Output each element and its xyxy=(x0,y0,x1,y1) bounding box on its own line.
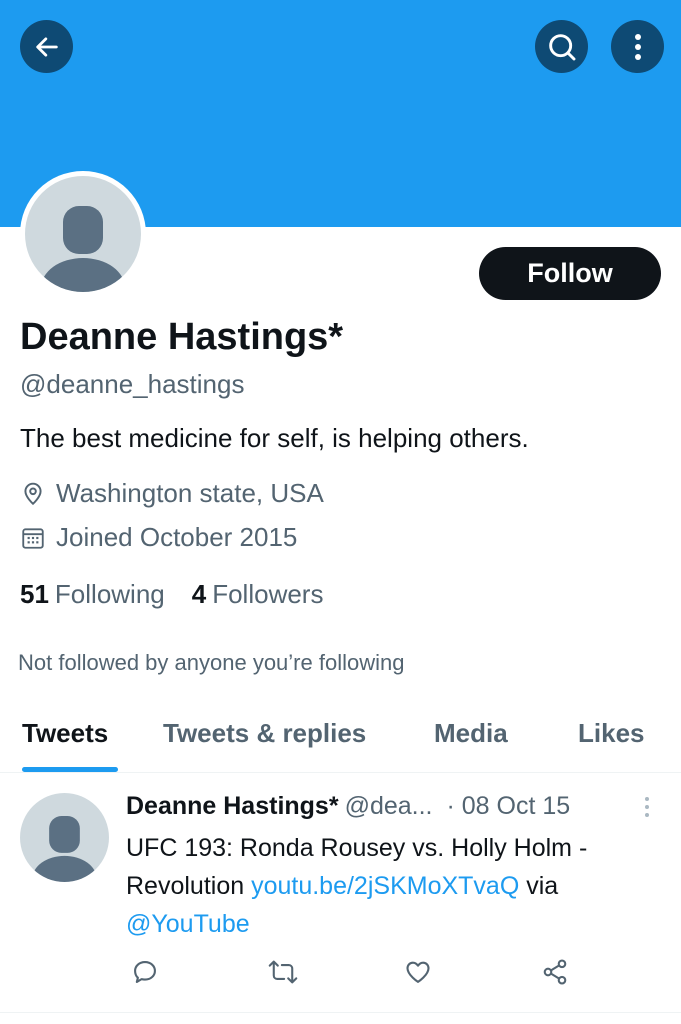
profile-tabs: Tweets Tweets & replies Media Likes xyxy=(0,700,681,773)
following-count: 51 xyxy=(20,579,49,609)
location-pin-icon xyxy=(24,482,42,505)
tweet-author-handle[interactable]: @dea... xyxy=(345,792,433,821)
following-label: Following xyxy=(54,579,165,609)
profile-joined: Joined October 2015 xyxy=(20,522,297,553)
back-button[interactable] xyxy=(20,20,73,73)
active-tab-indicator xyxy=(22,767,118,772)
reply-icon xyxy=(134,961,156,983)
like-button[interactable] xyxy=(404,958,432,991)
tweet-header: Deanne Hastings* @dea... · 08 Oct 15 xyxy=(126,792,570,821)
retweet-icon xyxy=(268,960,298,984)
tab-media[interactable]: Media xyxy=(434,718,508,749)
tweet-date[interactable]: · 08 Oct 15 xyxy=(447,792,571,821)
profile-name: Deanne Hastings* xyxy=(20,316,344,358)
tab-tweets[interactable]: Tweets xyxy=(22,718,108,749)
search-button[interactable] xyxy=(535,20,588,73)
search-icon xyxy=(548,33,575,60)
tweet-divider xyxy=(0,1012,681,1013)
retweet-button[interactable] xyxy=(268,958,298,991)
profile-stats: 51 Following 4 Followers xyxy=(20,579,350,610)
following-link[interactable]: 51 Following xyxy=(20,579,165,610)
tweet-text: UFC 193: Ronda Rousey vs. Holly Holm - R… xyxy=(126,829,666,943)
share-icon xyxy=(543,959,567,985)
calendar-icon xyxy=(22,527,44,549)
tab-likes[interactable]: Likes xyxy=(578,718,645,749)
tweet-avatar[interactable] xyxy=(20,793,109,882)
not-followed-notice: Not followed by anyone you’re following xyxy=(18,650,405,675)
follow-button[interactable]: Follow xyxy=(479,247,661,300)
tweet-link[interactable]: youtu.be/2jSKMoXTvaQ xyxy=(251,872,519,900)
location-text: Washington state, USA xyxy=(56,478,324,508)
more-options-button[interactable] xyxy=(611,20,664,73)
reply-button[interactable] xyxy=(131,958,159,991)
profile-avatar-frame[interactable] xyxy=(20,171,146,297)
tweet-mention[interactable]: @YouTube xyxy=(126,910,250,938)
arrow-left-icon xyxy=(35,36,58,57)
profile-bio: The best medicine for self, is helping o… xyxy=(20,423,529,453)
share-button[interactable] xyxy=(541,958,569,991)
followers-label: Followers xyxy=(212,579,324,609)
tweet-author-name[interactable]: Deanne Hastings* xyxy=(126,792,339,821)
default-user-icon xyxy=(32,816,97,882)
avatar xyxy=(25,176,141,292)
more-vertical-icon xyxy=(645,797,649,817)
tweet-more-button[interactable] xyxy=(643,796,651,823)
default-user-icon xyxy=(41,206,125,292)
heart-icon xyxy=(406,961,430,983)
profile-location: Washington state, USA xyxy=(20,478,324,509)
tab-tweets-replies[interactable]: Tweets & replies xyxy=(163,718,366,749)
followers-link[interactable]: 4 Followers xyxy=(192,579,324,610)
joined-text: Joined October 2015 xyxy=(56,522,298,552)
followers-count: 4 xyxy=(191,579,207,609)
profile-handle: @deanne_hastings xyxy=(20,369,245,399)
more-vertical-icon xyxy=(634,33,641,60)
tweet-text-via: via xyxy=(519,872,559,900)
